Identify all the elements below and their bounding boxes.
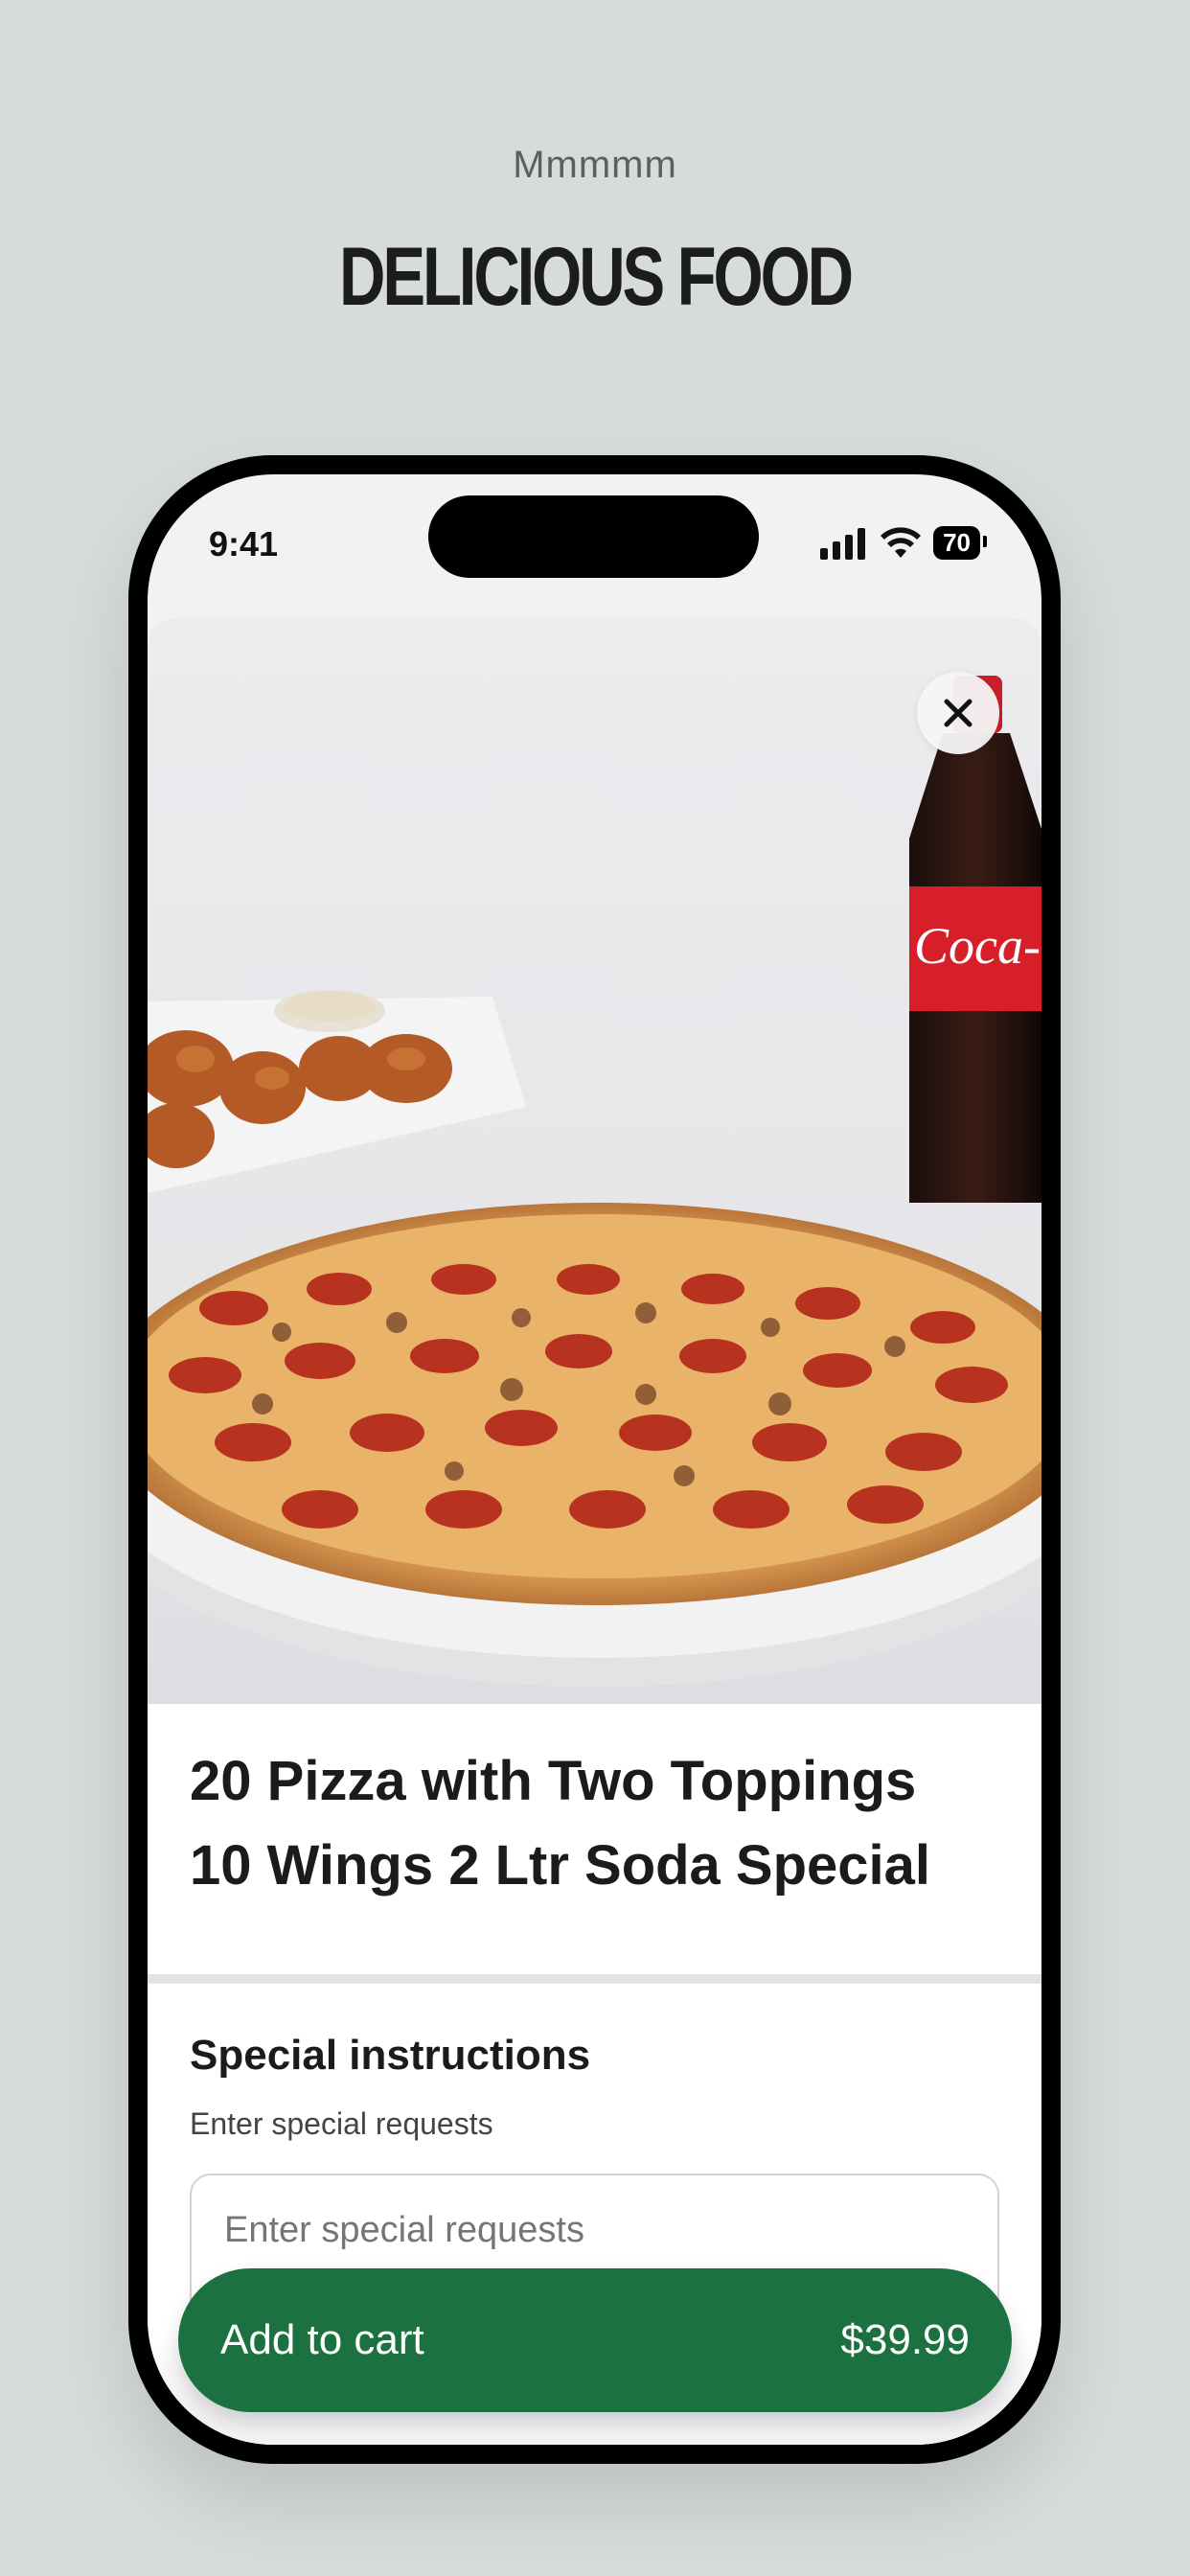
- status-bar: 9:41 70: [148, 474, 1041, 609]
- product-photo: Coca-Co: [148, 676, 1041, 1687]
- instructions-subtitle: Enter special requests: [190, 2106, 493, 2141]
- instructions-title: Special instructions: [190, 2032, 591, 2079]
- status-time: 9:41: [209, 524, 279, 564]
- headline: DELICIOUS FOOD: [339, 231, 854, 323]
- product-title: 20 Pizza with Two Toppings 10 Wings 2 Lt…: [190, 1739, 999, 1908]
- product-title-line2: 10 Wings 2 Ltr Soda Special: [190, 1834, 931, 1897]
- status-icons: 70: [818, 526, 987, 560]
- close-button[interactable]: [917, 672, 999, 754]
- close-icon: [944, 699, 973, 727]
- tagline: Mmmmm: [513, 144, 677, 186]
- product-sheet: Coca-Co: [148, 618, 1041, 2445]
- section-divider: [148, 1974, 1041, 1984]
- battery-icon: 70: [933, 526, 987, 560]
- add-to-cart-label: Add to cart: [220, 2316, 424, 2363]
- product-image: Coca-Co: [148, 618, 1041, 1704]
- add-to-cart-button[interactable]: Add to cart $39.99: [178, 2268, 1012, 2412]
- cellular-signal-icon: [820, 527, 866, 560]
- cart-price: $39.99: [840, 2316, 970, 2363]
- phone-screen: 9:41 70 Coca- 20 Pizza with Two Toppings…: [148, 474, 1041, 2445]
- wifi-icon: [881, 526, 922, 558]
- product-title-line1: 20 Pizza with Two Toppings: [190, 1750, 917, 1812]
- dynamic-island: [428, 495, 759, 578]
- bottle-label: Coca-Co: [914, 917, 1041, 975]
- phone-frame: 9:41 70 Coca- 20 Pizza with Two Toppings…: [128, 455, 1061, 2464]
